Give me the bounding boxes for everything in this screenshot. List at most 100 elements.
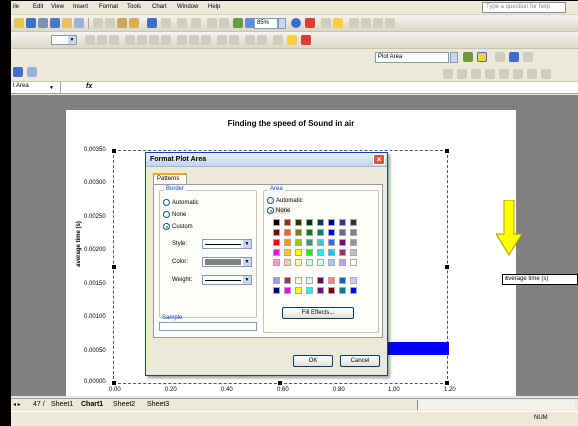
color-swatch[interactable] [317,277,324,284]
color-swatch[interactable] [328,259,335,266]
font-color-icon[interactable] [305,18,315,28]
data-table-icon[interactable] [27,67,37,77]
align-right-icon[interactable] [373,18,383,28]
email-icon[interactable] [50,18,60,28]
chart-type-icon[interactable] [477,52,487,62]
name-box-dropdown-icon[interactable]: ▼ [49,85,54,91]
save-icon[interactable] [26,18,36,28]
color-swatch[interactable] [317,249,324,256]
color-swatch[interactable] [317,229,324,236]
drawing-tool-1-icon[interactable] [443,69,453,79]
color-swatch[interactable] [295,229,302,236]
cancel-button[interactable]: Cancel [340,355,380,367]
paste-icon[interactable] [117,18,127,28]
color-swatch[interactable] [306,249,313,256]
selection-handle[interactable] [112,381,116,385]
color-swatch[interactable] [273,229,280,236]
currency-icon[interactable] [177,35,187,45]
color-swatch[interactable] [284,277,291,284]
y-axis-label[interactable]: average time (s) [76,189,82,299]
text-color-icon[interactable] [301,35,311,45]
color-swatch[interactable] [306,229,313,236]
color-swatch[interactable] [328,249,335,256]
tab-sheet1[interactable]: Sheet1 [51,401,73,408]
spelling-icon[interactable] [74,18,84,28]
color-swatch[interactable] [306,259,313,266]
border-automatic-radio[interactable]: Automatic [163,199,199,206]
color-swatch[interactable] [328,239,335,246]
horizontal-scrollbar[interactable] [417,400,575,410]
zoom-dropdown-icon[interactable] [278,18,286,29]
print-icon[interactable] [62,18,72,28]
chart-wizard-icon[interactable] [233,18,243,28]
menu-help[interactable]: Help [208,4,220,10]
menu-insert[interactable]: Insert [73,4,88,10]
color-swatch[interactable] [284,249,291,256]
drawing-tool-2-icon[interactable] [457,69,467,79]
selection-handle[interactable] [112,149,116,153]
left-align-icon[interactable] [125,35,135,45]
tab-scroll-icon[interactable]: ◂ ▸ [13,401,21,408]
color-swatch[interactable] [350,287,357,294]
color-swatch[interactable] [328,229,335,236]
help-question-box[interactable]: Type a question for help [482,2,566,13]
color-swatch[interactable] [339,287,346,294]
fill-effects-button[interactable]: Fill Effects... [282,307,354,319]
color-swatch[interactable] [339,229,346,236]
selection-handle[interactable] [445,381,449,385]
border-weight-dropdown[interactable]: ▼ [202,275,252,285]
permission-icon[interactable] [38,18,48,28]
new-icon[interactable] [14,18,24,28]
chart-legend[interactable]: average time (s) [502,274,578,285]
menu-format[interactable]: Format [99,4,118,10]
color-swatch[interactable] [350,229,357,236]
color-swatch[interactable] [339,249,346,256]
color-swatch[interactable] [350,259,357,266]
center-align-icon[interactable] [137,35,147,45]
redo-icon[interactable] [161,18,171,28]
menu-file[interactable]: ile [13,4,19,10]
color-swatch[interactable] [273,249,280,256]
border-custom-radio[interactable]: Custom [163,223,193,230]
help-icon[interactable] [291,18,301,28]
border-color-dropdown[interactable]: ▼ [202,257,252,267]
merge-center-icon[interactable] [161,35,171,45]
drawing-tool-6-icon[interactable] [513,69,523,79]
zoom-box[interactable]: 85% [254,18,278,29]
menu-edit[interactable]: Edit [33,4,43,10]
selection-handle[interactable] [445,265,449,269]
hyperlink-icon[interactable] [177,18,187,28]
increase-indent-icon[interactable] [321,18,331,28]
drawing-tool-4-icon[interactable] [485,69,495,79]
color-swatch[interactable] [350,249,357,256]
selection-handle[interactable] [278,381,282,385]
decrease-decimal-icon[interactable] [217,35,227,45]
decrease-indent-icon[interactable] [245,35,255,45]
color-swatch[interactable] [273,287,280,294]
comma-icon[interactable] [201,35,211,45]
color-swatch[interactable] [284,229,291,236]
chart-objects-dropdown-icon[interactable] [450,52,458,63]
color-swatch[interactable] [317,259,324,266]
color-swatch[interactable] [339,219,346,226]
color-swatch[interactable] [306,287,313,294]
percent-icon[interactable] [189,35,199,45]
drawing-tool-8-icon[interactable] [541,69,551,79]
italic-icon[interactable] [97,35,107,45]
color-swatch[interactable] [339,259,346,266]
copy-icon[interactable] [105,18,115,28]
align-left-icon[interactable] [349,18,359,28]
color-swatch[interactable] [295,259,302,266]
color-swatch[interactable] [306,219,313,226]
format-painter-icon[interactable] [129,18,139,28]
area-automatic-radio[interactable]: Automatic [267,197,303,204]
border-none-radio[interactable]: None [163,211,186,218]
drawing-tool-7-icon[interactable] [527,69,537,79]
sort-descending-icon[interactable] [219,18,229,28]
sort-ascending-icon[interactable] [207,18,217,28]
color-swatch[interactable] [306,239,313,246]
selection-handle[interactable] [112,265,116,269]
selection-handle[interactable] [445,149,449,153]
undo-icon[interactable] [147,18,157,28]
legend-icon[interactable] [495,52,505,62]
